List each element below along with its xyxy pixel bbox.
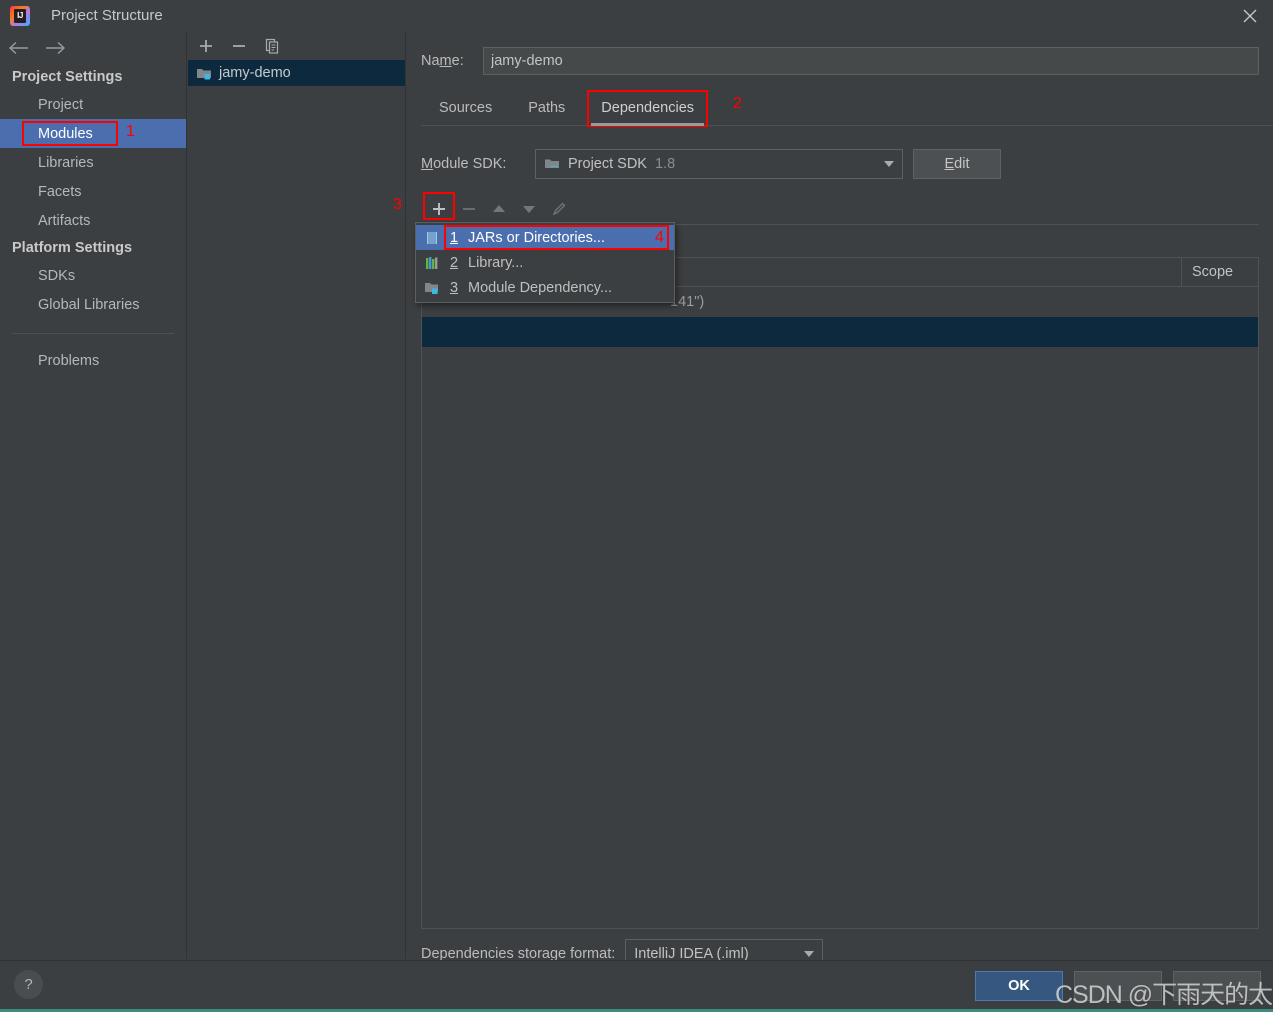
- copy-icon[interactable]: [264, 38, 280, 54]
- title-bar: IJ Project Structure: [0, 0, 1273, 31]
- intellij-idea-logo-icon: IJ: [10, 5, 30, 26]
- menu-item-label: Module Dependency...: [468, 279, 613, 296]
- sdk-folder-icon: [545, 159, 559, 168]
- minus-icon[interactable]: [231, 38, 247, 54]
- sidebar-item-label: Project: [38, 96, 84, 113]
- sidebar-group-platform-settings: Platform Settings: [12, 240, 133, 256]
- tab-label: Dependencies: [601, 100, 695, 116]
- module-sdk-value: Project SDK: [568, 156, 647, 172]
- menu-item-label: Library...: [468, 254, 524, 271]
- arrow-right-icon[interactable]: [44, 41, 66, 55]
- move-up-button[interactable]: [491, 201, 507, 217]
- remove-dependency-button[interactable]: [461, 201, 477, 217]
- dialog-button-group: OK: [975, 971, 1261, 1001]
- jar-archive-icon: [427, 231, 437, 244]
- plus-icon[interactable]: [198, 38, 214, 54]
- annotation-number-4: 4: [655, 229, 664, 246]
- arrow-left-icon[interactable]: [8, 41, 30, 55]
- menu-item-mnemonic: 2: [449, 254, 459, 271]
- sidebar-item-problems[interactable]: Problems: [0, 346, 186, 375]
- sidebar-item-label: Modules: [38, 125, 93, 142]
- sidebar-item-global-libraries[interactable]: Global Libraries: [0, 290, 186, 319]
- add-dependency-button[interactable]: [431, 201, 447, 217]
- library-books-icon: [426, 256, 438, 269]
- settings-sidebar: Project Settings Project Modules 1 Libra…: [0, 31, 187, 959]
- close-icon[interactable]: [1227, 0, 1273, 31]
- table-cell-text: 141"): [670, 294, 705, 310]
- menu-item-mnemonic: 3: [449, 279, 459, 296]
- help-button[interactable]: ?: [14, 970, 43, 999]
- tab-paths[interactable]: Paths: [510, 92, 583, 125]
- menu-item-label: JARs or Directories...: [468, 229, 605, 246]
- cancel-button[interactable]: [1074, 971, 1162, 1001]
- module-list-item-label: jamy-demo: [219, 65, 291, 81]
- sidebar-item-sdks[interactable]: SDKs: [0, 261, 186, 290]
- module-editor-tabs: Sources Paths Dependencies 2: [421, 90, 1273, 127]
- project-structure-dialog: IJ Project Structure Project Settings Pr…: [0, 0, 1273, 1012]
- module-list-item-jamy-demo[interactable]: jamy-demo: [188, 60, 405, 86]
- sidebar-item-label: Problems: [38, 352, 100, 369]
- sidebar-item-label: Facets: [38, 183, 82, 200]
- table-row[interactable]: [422, 317, 1258, 347]
- sidebar-item-modules[interactable]: Modules 1: [0, 119, 186, 148]
- menu-item-jars-or-directories[interactable]: 1 JARs or Directories...: [416, 225, 674, 250]
- annotation-number-2: 2: [733, 95, 742, 112]
- move-down-button[interactable]: [521, 201, 537, 217]
- module-folder-icon: [425, 282, 438, 294]
- navigation-arrows: [0, 31, 186, 64]
- dependencies-toolbar: 3: [393, 192, 1259, 225]
- module-list-panel: jamy-demo: [188, 31, 406, 959]
- module-list-toolbar: [188, 31, 405, 60]
- menu-item-module-dependency[interactable]: 3 Module Dependency...: [416, 275, 674, 300]
- sidebar-item-artifacts[interactable]: Artifacts: [0, 206, 186, 235]
- sidebar-item-project[interactable]: Project: [0, 90, 186, 119]
- ok-button[interactable]: OK: [975, 971, 1063, 1001]
- chevron-down-icon: [804, 951, 815, 957]
- edit-sdk-button[interactable]: Edit: [913, 149, 1001, 179]
- apply-button[interactable]: [1173, 971, 1261, 1001]
- chevron-down-icon: [884, 161, 894, 167]
- module-sdk-label: Module SDK:: [421, 156, 507, 172]
- sidebar-divider: [12, 333, 174, 334]
- module-editor-panel: Name: Sources Paths Dependencies 2 Modul…: [393, 31, 1273, 969]
- scope-column-header[interactable]: Scope: [1182, 264, 1258, 280]
- sidebar-item-label: Artifacts: [38, 212, 91, 229]
- menu-item-library[interactable]: 2 Library...: [416, 250, 674, 275]
- sidebar-group-project-settings: Project Settings: [12, 69, 123, 85]
- annotation-number-1: 1: [126, 123, 135, 140]
- add-dependency-menu: 1 JARs or Directories... 2 Library... 3 …: [415, 222, 675, 303]
- tab-label: Sources: [439, 100, 493, 116]
- annotation-number-3: 3: [393, 196, 402, 213]
- dialog-footer: ? OK: [0, 960, 1273, 1009]
- window-title: Project Structure: [51, 7, 163, 24]
- module-sdk-row: Module SDK: Project SDK 1.8 Edit: [421, 146, 1259, 182]
- module-name-row: Name:: [421, 45, 1259, 77]
- module-sdk-combobox[interactable]: Project SDK 1.8: [535, 149, 903, 179]
- dependencies-table: Scope 141"): [421, 257, 1259, 929]
- sidebar-item-label: SDKs: [38, 267, 76, 284]
- sidebar-item-libraries[interactable]: Libraries: [0, 148, 186, 177]
- menu-item-mnemonic: 1: [449, 229, 459, 246]
- module-folder-icon: [197, 69, 211, 80]
- tab-dependencies[interactable]: Dependencies: [583, 90, 712, 127]
- module-sdk-version: 1.8: [654, 156, 676, 172]
- sidebar-item-label: Libraries: [38, 154, 94, 171]
- edit-dependency-button[interactable]: [551, 201, 567, 217]
- tab-label: Paths: [528, 100, 566, 116]
- module-name-label: Name:: [421, 53, 464, 69]
- module-name-input[interactable]: [483, 47, 1259, 75]
- sidebar-item-facets[interactable]: Facets: [0, 177, 186, 206]
- sidebar-item-label: Global Libraries: [38, 296, 140, 313]
- tab-sources[interactable]: Sources: [421, 92, 510, 125]
